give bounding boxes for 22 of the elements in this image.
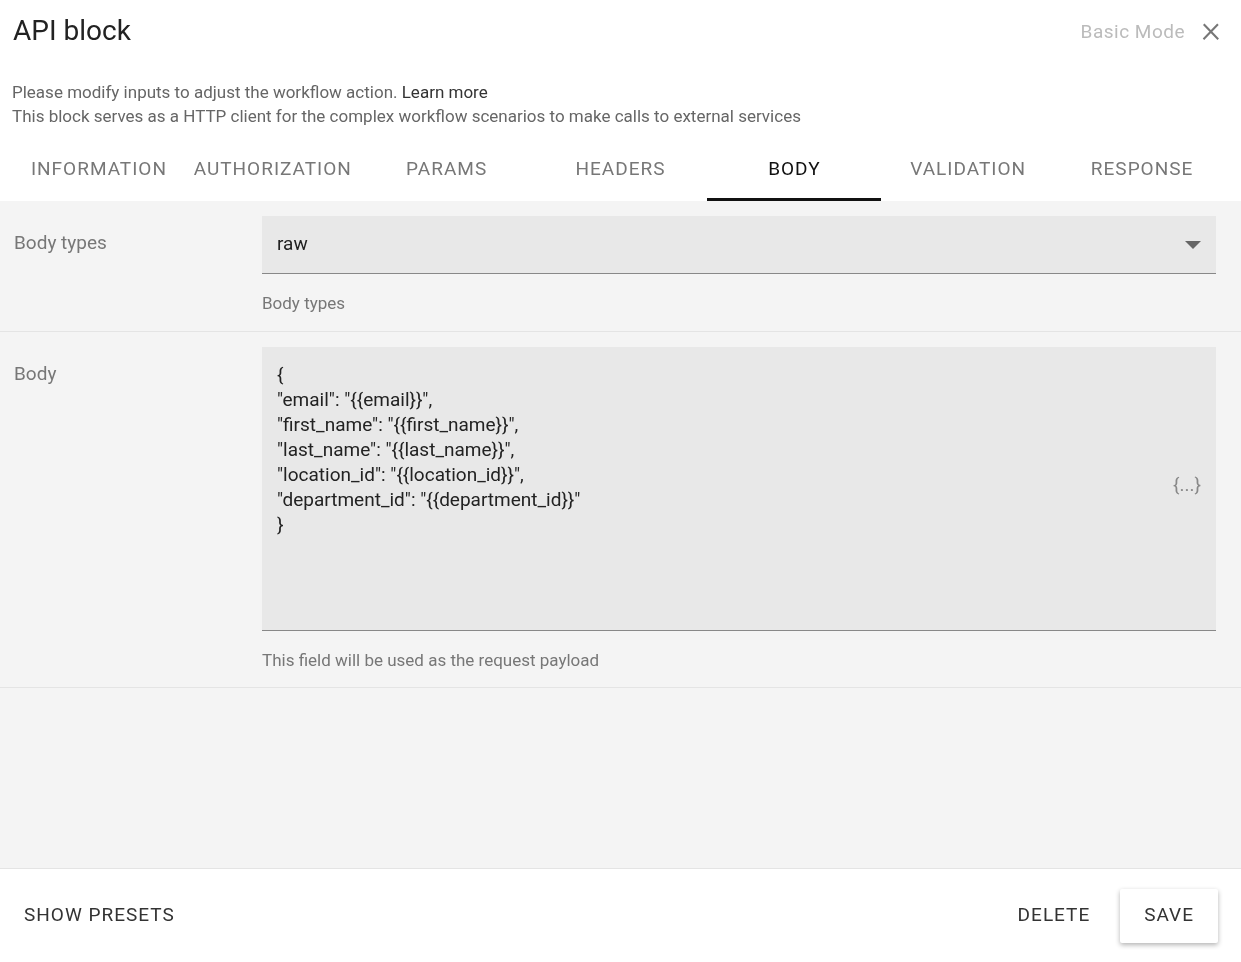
field-label: Body	[13, 360, 58, 387]
body-textarea[interactable]: { "email": "{{email}}", "first_name": "{{first_name}}", "last_name": "{{last_name}}", "location_id": "{{location_id}}", "department_id": "{{department_id}}" } {...}	[262, 346, 1216, 631]
tab[interactable]: HEADERS	[533, 140, 708, 201]
tab[interactable]: VALIDATION	[881, 140, 1056, 201]
learn-more-link[interactable]: Learn more	[401, 82, 488, 102]
description-text: Please modify inputs to adjust the workflow action. Learn more	[12, 81, 489, 104]
tab[interactable]: PARAMS	[359, 140, 534, 201]
helper-text: This field will be used as the request payload	[262, 648, 601, 672]
tab[interactable]: RESPONSE	[1055, 140, 1229, 201]
dialog-title: API block	[13, 13, 131, 49]
field-label: Body types	[13, 230, 108, 256]
select-field[interactable]: raw	[262, 216, 1216, 274]
insert-variable-button[interactable]: {...}	[1173, 471, 1201, 500]
tab[interactable]: INFORMATION	[12, 140, 186, 201]
tab[interactable]: AUTHORIZATION	[185, 140, 360, 201]
close-button[interactable]: ×	[1201, 15, 1221, 44]
description-text: This block serves as a HTTP client for the complex workflow scenarios to make calls to external services	[12, 105, 802, 128]
save-button[interactable]: SAVE	[1120, 888, 1218, 943]
delete-button[interactable]: DELETE	[993, 888, 1115, 943]
helper-text: Body types	[262, 292, 347, 315]
show-presets-button[interactable]: SHOW PRESETS	[12, 888, 187, 943]
dropdown-arrow-icon	[1185, 240, 1201, 249]
